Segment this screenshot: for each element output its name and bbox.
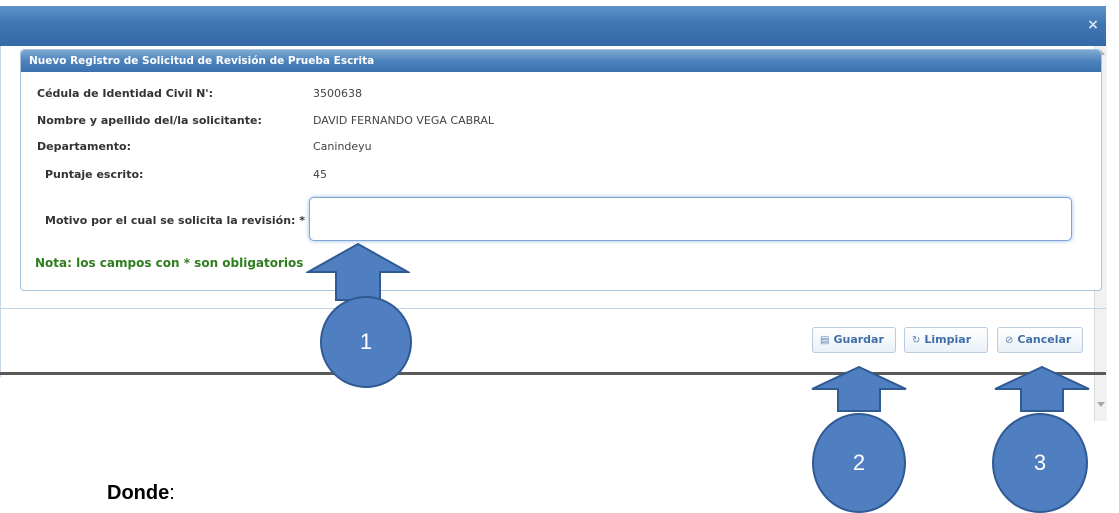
guardar-button[interactable]: ▤ Guardar [812, 327, 896, 353]
limpiar-button[interactable]: ↻ Limpiar [904, 327, 988, 353]
scroll-down-icon[interactable] [1097, 402, 1105, 407]
required-note: Nota: los campos con * son obligatorios [35, 256, 304, 270]
caption: Donde: [107, 482, 175, 505]
close-icon[interactable]: × [1086, 18, 1100, 32]
cedula-value: 3500638 [313, 87, 362, 100]
annotation-circle-3: 3 [992, 413, 1088, 513]
field-row-departamento: Departamento: [37, 140, 131, 153]
caption-word: Donde [107, 482, 170, 504]
save-icon: ▤ [820, 335, 830, 346]
divider [0, 308, 1106, 309]
cancelar-label: Cancelar [1017, 333, 1072, 346]
cancelar-button[interactable]: ⊘ Cancelar [997, 327, 1083, 353]
cancel-icon: ⊘ [1005, 335, 1014, 346]
modal-bottom-border [0, 372, 1106, 375]
field-row-nombre: Nombre y apellido del/la solicitante: [37, 114, 262, 127]
form-panel: Nuevo Registro de Solicitud de Revisión … [20, 49, 1102, 291]
departamento-value: Canindeyu [313, 140, 372, 153]
cedula-label: Cédula de Identidad Civil N': [37, 87, 214, 100]
panel-title: Nuevo Registro de Solicitud de Revisión … [21, 50, 1101, 72]
guardar-label: Guardar [833, 333, 884, 346]
nombre-label: Nombre y apellido del/la solicitante: [37, 114, 262, 127]
nombre-value: DAVID FERNANDO VEGA CABRAL [313, 114, 494, 127]
field-row-cedula: Cédula de Identidad Civil N': [37, 87, 213, 100]
motivo-row: Motivo por el cual se solicita la revisi… [45, 214, 305, 227]
caption-punct: : [169, 482, 175, 504]
annotation-arrow-3 [994, 365, 1090, 412]
annotation-arrow-1 [306, 242, 410, 301]
refresh-icon: ↻ [912, 335, 921, 346]
puntaje-value: 45 [313, 168, 327, 181]
departamento-label: Departamento: [37, 140, 131, 153]
field-row-puntaje: Puntaje escrito: [45, 168, 143, 181]
motivo-input[interactable] [309, 197, 1072, 241]
modal-header: × [0, 6, 1106, 46]
annotation-arrow-2 [811, 365, 907, 412]
annotation-circle-2: 2 [812, 413, 906, 513]
annotation-circle-1: 1 [320, 296, 412, 388]
motivo-label: Motivo por el cual se solicita la revisi… [45, 214, 306, 227]
puntaje-label: Puntaje escrito: [45, 168, 144, 181]
limpiar-label: Limpiar [924, 333, 972, 346]
